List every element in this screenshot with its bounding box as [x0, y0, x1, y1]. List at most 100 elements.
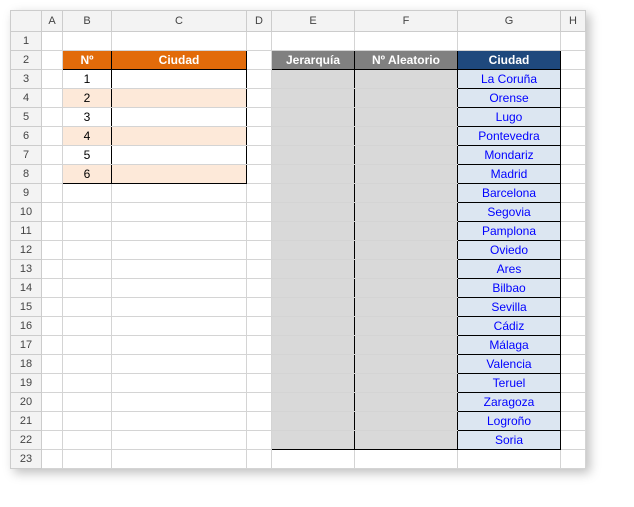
cell-C12[interactable] [112, 241, 247, 260]
row-header-2[interactable]: 2 [11, 51, 42, 70]
cell-C19[interactable] [112, 374, 247, 393]
cell-H2[interactable] [561, 51, 586, 70]
cell-G5[interactable]: Lugo [458, 108, 561, 127]
cell-D15[interactable] [247, 298, 272, 317]
cell-F1[interactable] [355, 32, 458, 51]
cell-H11[interactable] [561, 222, 586, 241]
row-header-15[interactable]: 15 [11, 298, 42, 317]
cell-C17[interactable] [112, 336, 247, 355]
cell-C3[interactable] [112, 70, 247, 89]
cell-D11[interactable] [247, 222, 272, 241]
cell-C16[interactable] [112, 317, 247, 336]
row-header-7[interactable]: 7 [11, 146, 42, 165]
row-header-19[interactable]: 19 [11, 374, 42, 393]
cell-A5[interactable] [42, 108, 63, 127]
row-header-13[interactable]: 13 [11, 260, 42, 279]
cell-H9[interactable] [561, 184, 586, 203]
cell-E18[interactable] [272, 355, 355, 374]
cell-F13[interactable] [355, 260, 458, 279]
cell-D9[interactable] [247, 184, 272, 203]
cell-A3[interactable] [42, 70, 63, 89]
spreadsheet-grid[interactable]: A B C D E F G H 12NºCiudadJerarquíaNº Al… [10, 10, 586, 469]
cell-E4[interactable] [272, 89, 355, 108]
cell-H1[interactable] [561, 32, 586, 51]
cell-H21[interactable] [561, 412, 586, 431]
cell-G18[interactable]: Valencia [458, 355, 561, 374]
cell-B9[interactable] [63, 184, 112, 203]
cell-E22[interactable] [272, 431, 355, 450]
cell-B3[interactable]: 1 [63, 70, 112, 89]
cell-C14[interactable] [112, 279, 247, 298]
row-header-5[interactable]: 5 [11, 108, 42, 127]
col-header-D[interactable]: D [247, 11, 272, 32]
col-header-B[interactable]: B [63, 11, 112, 32]
cell-G14[interactable]: Bilbao [458, 279, 561, 298]
cell-B20[interactable] [63, 393, 112, 412]
cell-F23[interactable] [355, 450, 458, 469]
cell-B2[interactable]: Nº [63, 51, 112, 70]
cell-C21[interactable] [112, 412, 247, 431]
cell-E20[interactable] [272, 393, 355, 412]
cell-H23[interactable] [561, 450, 586, 469]
cell-C20[interactable] [112, 393, 247, 412]
cell-D10[interactable] [247, 203, 272, 222]
cell-G20[interactable]: Zaragoza [458, 393, 561, 412]
cell-C18[interactable] [112, 355, 247, 374]
cell-H19[interactable] [561, 374, 586, 393]
row-header-10[interactable]: 10 [11, 203, 42, 222]
cell-D6[interactable] [247, 127, 272, 146]
cell-A15[interactable] [42, 298, 63, 317]
cell-F7[interactable] [355, 146, 458, 165]
cell-G9[interactable]: Barcelona [458, 184, 561, 203]
cell-B6[interactable]: 4 [63, 127, 112, 146]
cell-D2[interactable] [247, 51, 272, 70]
row-header-8[interactable]: 8 [11, 165, 42, 184]
cell-E21[interactable] [272, 412, 355, 431]
cell-C23[interactable] [112, 450, 247, 469]
cell-D22[interactable] [247, 431, 272, 450]
cell-G10[interactable]: Segovia [458, 203, 561, 222]
cell-E6[interactable] [272, 127, 355, 146]
cell-C5[interactable] [112, 108, 247, 127]
cell-G15[interactable]: Sevilla [458, 298, 561, 317]
cell-B19[interactable] [63, 374, 112, 393]
cell-F5[interactable] [355, 108, 458, 127]
cell-D8[interactable] [247, 165, 272, 184]
cell-G21[interactable]: Logroño [458, 412, 561, 431]
col-header-G[interactable]: G [458, 11, 561, 32]
cell-D12[interactable] [247, 241, 272, 260]
cell-H13[interactable] [561, 260, 586, 279]
cell-F19[interactable] [355, 374, 458, 393]
cell-G6[interactable]: Pontevedra [458, 127, 561, 146]
cell-F14[interactable] [355, 279, 458, 298]
cell-C15[interactable] [112, 298, 247, 317]
cell-F10[interactable] [355, 203, 458, 222]
row-header-23[interactable]: 23 [11, 450, 42, 469]
cell-E8[interactable] [272, 165, 355, 184]
cell-H10[interactable] [561, 203, 586, 222]
cell-C4[interactable] [112, 89, 247, 108]
row-header-18[interactable]: 18 [11, 355, 42, 374]
cell-F9[interactable] [355, 184, 458, 203]
cell-B14[interactable] [63, 279, 112, 298]
cell-E17[interactable] [272, 336, 355, 355]
row-header-21[interactable]: 21 [11, 412, 42, 431]
row-header-12[interactable]: 12 [11, 241, 42, 260]
cell-G7[interactable]: Mondariz [458, 146, 561, 165]
cell-G1[interactable] [458, 32, 561, 51]
cell-G17[interactable]: Málaga [458, 336, 561, 355]
cell-G16[interactable]: Cádiz [458, 317, 561, 336]
cell-B18[interactable] [63, 355, 112, 374]
row-header-4[interactable]: 4 [11, 89, 42, 108]
cell-B22[interactable] [63, 431, 112, 450]
row-header-14[interactable]: 14 [11, 279, 42, 298]
cell-B5[interactable]: 3 [63, 108, 112, 127]
cell-E19[interactable] [272, 374, 355, 393]
cell-C8[interactable] [112, 165, 247, 184]
cell-D23[interactable] [247, 450, 272, 469]
cell-A19[interactable] [42, 374, 63, 393]
cell-F8[interactable] [355, 165, 458, 184]
cell-B10[interactable] [63, 203, 112, 222]
cell-D13[interactable] [247, 260, 272, 279]
cell-E10[interactable] [272, 203, 355, 222]
